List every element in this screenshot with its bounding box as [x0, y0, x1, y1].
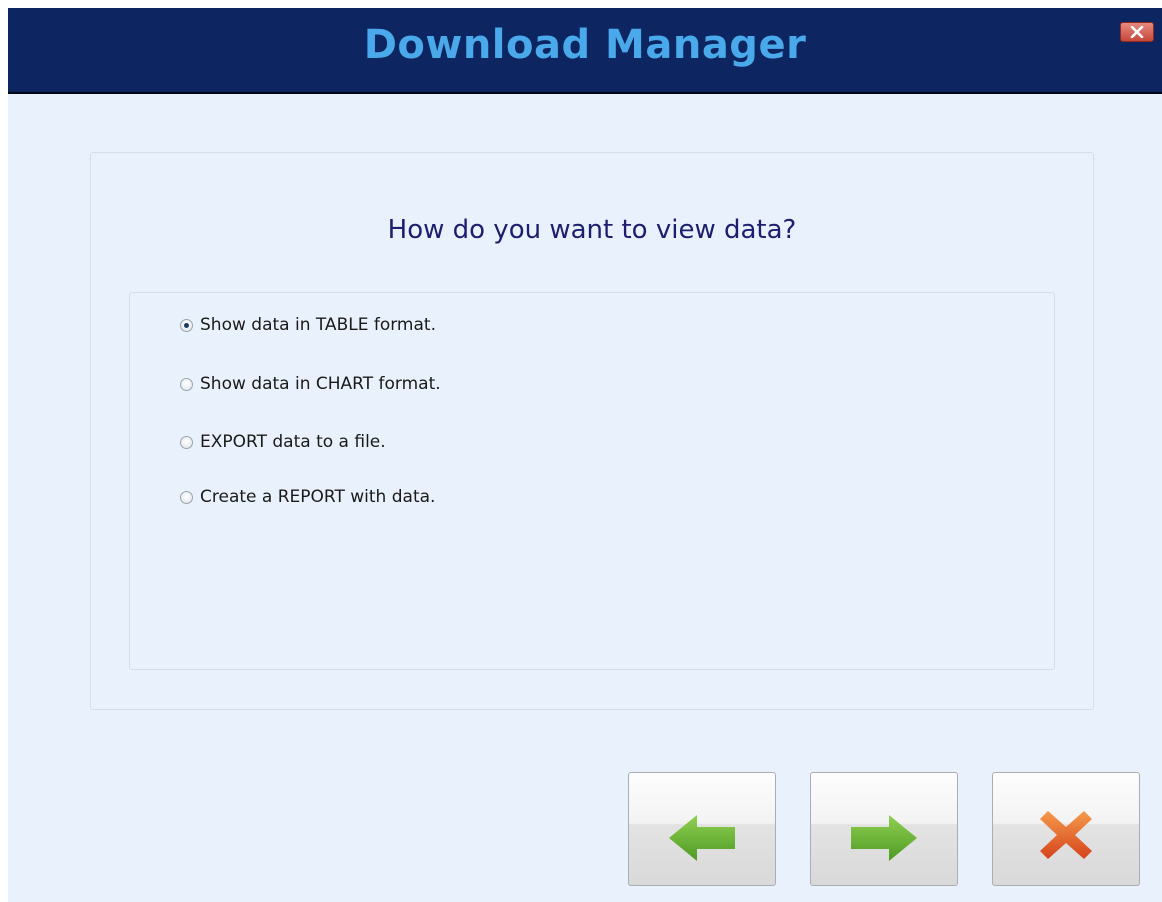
window-close-button[interactable]	[1120, 22, 1154, 42]
title-bar: Download Manager	[8, 8, 1162, 94]
arrow-right-icon	[851, 815, 917, 861]
view-options-panel: How do you want to view data? Show data …	[90, 152, 1094, 710]
back-button[interactable]	[628, 772, 776, 886]
radio-button[interactable]	[180, 377, 193, 391]
option-export-file[interactable]: EXPORT data to a file.	[180, 432, 386, 452]
option-table-format[interactable]: Show data in TABLE format.	[180, 315, 436, 335]
option-label: Create a REPORT with data.	[200, 487, 436, 507]
close-x-icon	[1130, 26, 1144, 38]
option-chart-format[interactable]: Show data in CHART format.	[180, 374, 441, 394]
option-label: EXPORT data to a file.	[200, 432, 386, 452]
cancel-button[interactable]	[992, 772, 1140, 886]
radio-selected-dot	[184, 322, 189, 328]
radio-button[interactable]	[180, 435, 193, 449]
window-title: Download Manager	[363, 22, 807, 68]
next-button[interactable]	[810, 772, 958, 886]
option-label: Show data in TABLE format.	[200, 315, 436, 335]
arrow-left-icon	[669, 815, 735, 861]
cancel-x-icon	[1040, 811, 1092, 859]
option-label: Show data in CHART format.	[200, 374, 441, 394]
options-group: Show data in TABLE format. Show data in …	[129, 292, 1055, 670]
download-manager-window: Download Manager How do you want to view…	[8, 8, 1162, 902]
option-create-report[interactable]: Create a REPORT with data.	[180, 487, 435, 507]
question-heading: How do you want to view data?	[387, 215, 797, 245]
radio-button[interactable]	[180, 318, 193, 332]
radio-button[interactable]	[180, 490, 193, 504]
